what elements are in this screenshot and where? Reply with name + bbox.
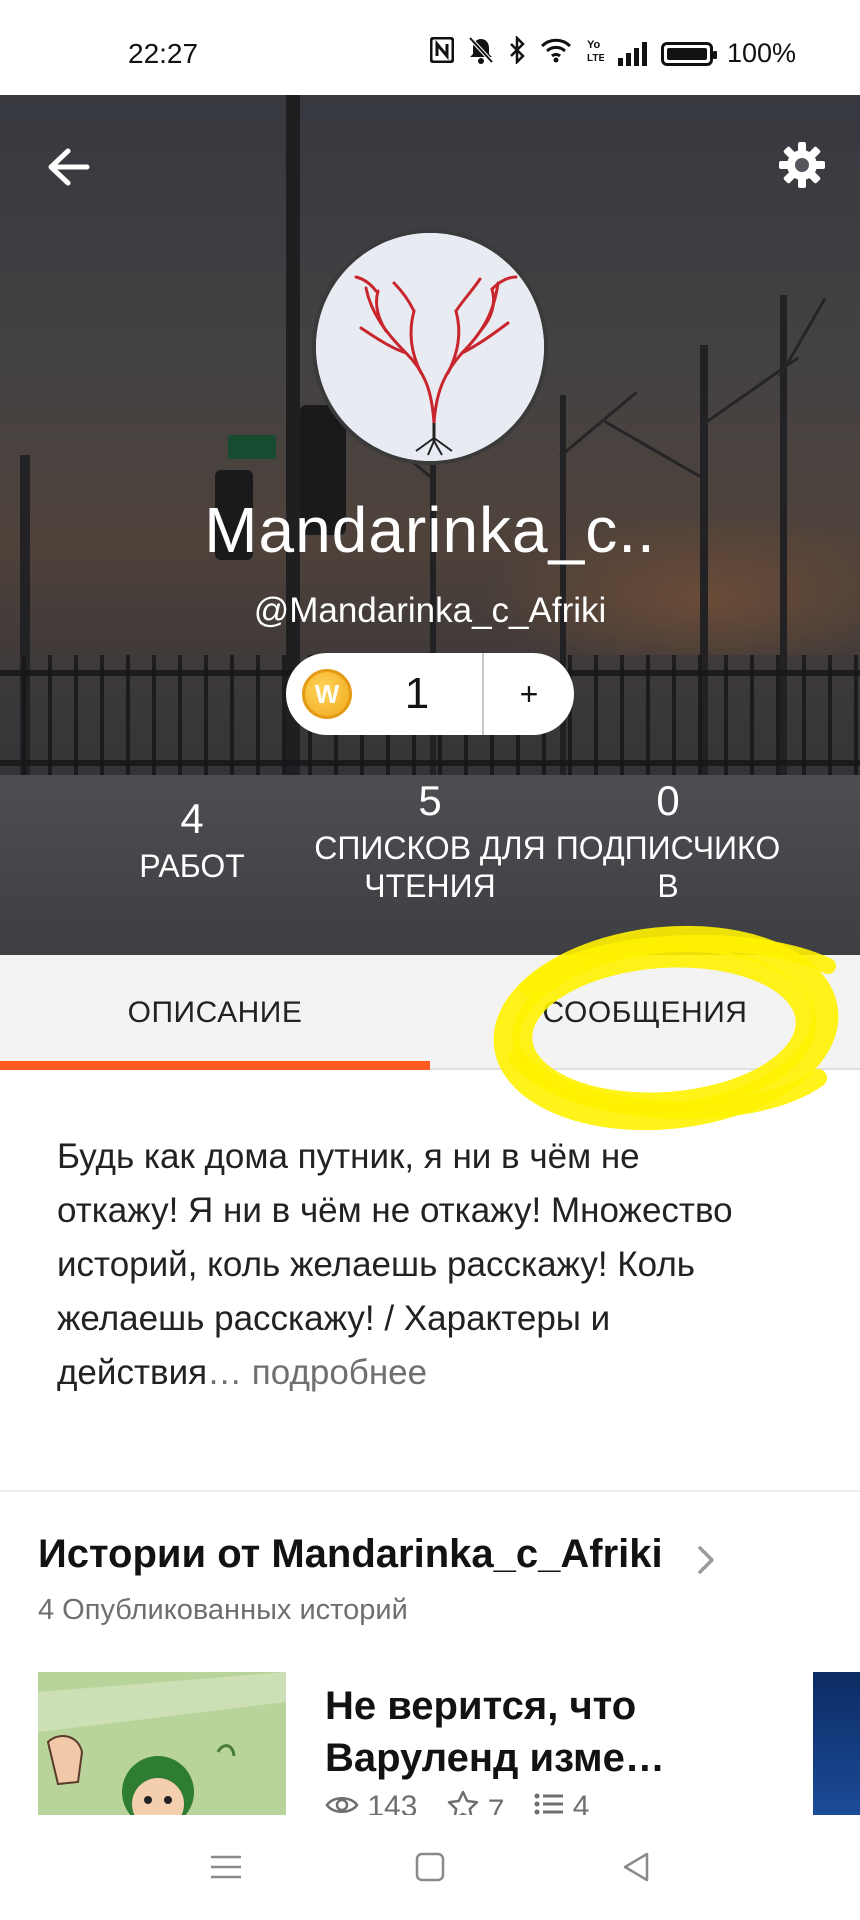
battery-percent: 100% xyxy=(726,38,796,68)
tab-messages[interactable]: СООБЩЕНИЯ xyxy=(430,955,860,1070)
coin-icon: W xyxy=(302,669,352,719)
stat-label: В xyxy=(657,868,679,904)
status-bar: 22:27 Yo LTE 100% xyxy=(0,0,860,95)
status-icons: Yo LTE 100% xyxy=(429,34,796,71)
signal-icon xyxy=(617,41,647,66)
coins-widget: W 1 + xyxy=(286,653,574,735)
svg-text:Yo: Yo xyxy=(587,39,601,51)
stories-section-title[interactable]: Истории от Mandarinka_c_Afriki xyxy=(38,1532,663,1577)
stat-followers[interactable]: 0 ПОДПИСЧИКО В xyxy=(548,777,788,905)
chevron-right-icon[interactable] xyxy=(694,1540,718,1580)
gear-icon xyxy=(779,142,825,188)
add-coins-button[interactable]: + xyxy=(484,676,574,713)
more-link[interactable]: подробнее xyxy=(242,1353,427,1392)
tab-active-indicator xyxy=(0,1061,430,1070)
profile-header: Mandarinka_c.. @Mandarinka_c_Afriki W 1 … xyxy=(0,95,860,955)
menu-nav-button[interactable] xyxy=(186,1837,266,1897)
list-icon xyxy=(534,1793,564,1815)
system-nav-bar xyxy=(0,1815,860,1920)
mute-bell-icon xyxy=(468,36,494,71)
square-icon xyxy=(415,1852,445,1882)
status-time: 22:27 xyxy=(128,38,199,69)
coin-count: 1 xyxy=(404,669,430,718)
stat-label: СПИСКОВ ДЛЯ xyxy=(314,830,546,866)
nfc-icon xyxy=(429,36,455,70)
volte-icon: Yo LTE xyxy=(586,36,605,71)
stat-label: ЧТЕНИЯ xyxy=(364,868,496,904)
profile-description: Будь как дома путник, я ни в чём не отка… xyxy=(57,1130,747,1400)
story-title[interactable]: Не верится, что Варуленд изме… xyxy=(325,1680,775,1784)
tab-description[interactable]: ОПИСАНИЕ xyxy=(0,955,430,1070)
username: @Mandarinka_c_Afriki xyxy=(253,591,607,630)
stat-value: 4 xyxy=(180,795,204,842)
stat-value: 5 xyxy=(418,777,442,824)
story-cover[interactable] xyxy=(38,1672,286,1822)
wifi-icon xyxy=(540,37,572,70)
stat-value: 0 xyxy=(656,777,680,824)
back-button[interactable] xyxy=(40,139,96,195)
story-cover-next[interactable] xyxy=(813,1672,860,1822)
profile-tabs: ОПИСАНИЕ СООБЩЕНИЯ xyxy=(0,955,860,1070)
battery-icon xyxy=(660,41,717,66)
section-divider xyxy=(0,1490,860,1492)
eye-icon xyxy=(325,1797,359,1813)
stat-works[interactable]: 4 РАБОТ xyxy=(112,795,272,885)
home-nav-button[interactable] xyxy=(390,1837,470,1897)
menu-icon xyxy=(211,1855,241,1879)
settings-button[interactable] xyxy=(772,135,832,195)
arrow-left-icon xyxy=(48,148,90,186)
stat-label: РАБОТ xyxy=(139,848,245,884)
avatar-image xyxy=(316,233,544,461)
stat-reading-lists[interactable]: 5 СПИСКОВ ДЛЯ ЧТЕНИЯ xyxy=(300,777,560,905)
svg-text:LTE: LTE xyxy=(587,53,604,64)
stat-label: ПОДПИСЧИКО xyxy=(555,830,781,866)
avatar[interactable] xyxy=(312,229,548,465)
back-nav-button[interactable] xyxy=(596,1837,676,1897)
triangle-back-icon xyxy=(623,1852,649,1882)
profile-stats: 4 РАБОТ 5 СПИСКОВ ДЛЯ ЧТЕНИЯ 0 ПОДПИСЧИК… xyxy=(0,777,860,925)
description-ellipsis: … xyxy=(207,1353,243,1392)
stories-count: 4 Опубликованных историй xyxy=(38,1594,408,1626)
display-name: Mandarinka_c.. xyxy=(204,494,656,566)
bluetooth-icon xyxy=(508,34,526,71)
story-cover-image xyxy=(38,1672,286,1822)
